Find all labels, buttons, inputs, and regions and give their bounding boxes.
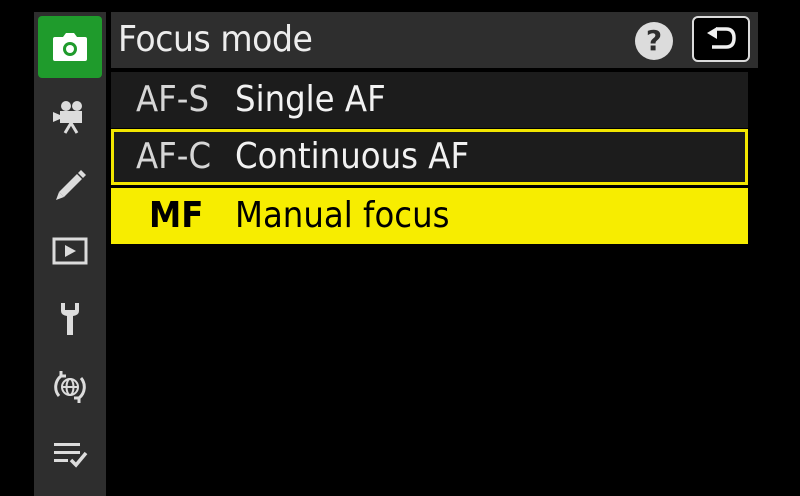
pencil-icon: [56, 170, 86, 200]
sidebar-item-my-menu[interactable]: [38, 424, 102, 486]
camera-menu-screen: Focus mode ? AF-S Single AF AF-C Continu…: [0, 0, 800, 496]
page-title: Focus mode: [118, 19, 313, 60]
option-label: Single AF: [235, 79, 386, 120]
option-afc[interactable]: AF-C Continuous AF: [111, 129, 748, 185]
help-button[interactable]: ?: [635, 22, 673, 60]
option-label: Manual focus: [235, 195, 450, 236]
option-code: AF-C: [136, 136, 212, 177]
sidebar-item-custom-settings[interactable]: [38, 154, 102, 216]
sidebar-item-network[interactable]: [38, 356, 102, 418]
sidebar-item-photo-shooting[interactable]: [38, 16, 102, 78]
sidebar-item-setup[interactable]: [38, 288, 102, 350]
sidebar-item-movie-shooting[interactable]: [38, 86, 102, 148]
network-icon: [54, 371, 86, 403]
my-menu-icon: [54, 443, 88, 468]
sidebar-item-playback[interactable]: [38, 220, 102, 282]
option-code: AF-S: [136, 79, 210, 120]
option-mf[interactable]: MF Manual focus: [111, 188, 748, 244]
return-icon: [707, 27, 736, 49]
menu-sidebar: [34, 12, 106, 496]
wrench-icon: [61, 303, 79, 335]
back-button[interactable]: [692, 16, 750, 62]
option-afs[interactable]: AF-S Single AF: [111, 72, 748, 128]
option-code: MF: [149, 195, 204, 236]
movie-camera-icon: [53, 101, 82, 134]
camera-icon: [53, 33, 87, 61]
option-label: Continuous AF: [235, 136, 470, 177]
menu-header: Focus mode ?: [111, 12, 758, 68]
playback-icon: [52, 237, 88, 265]
